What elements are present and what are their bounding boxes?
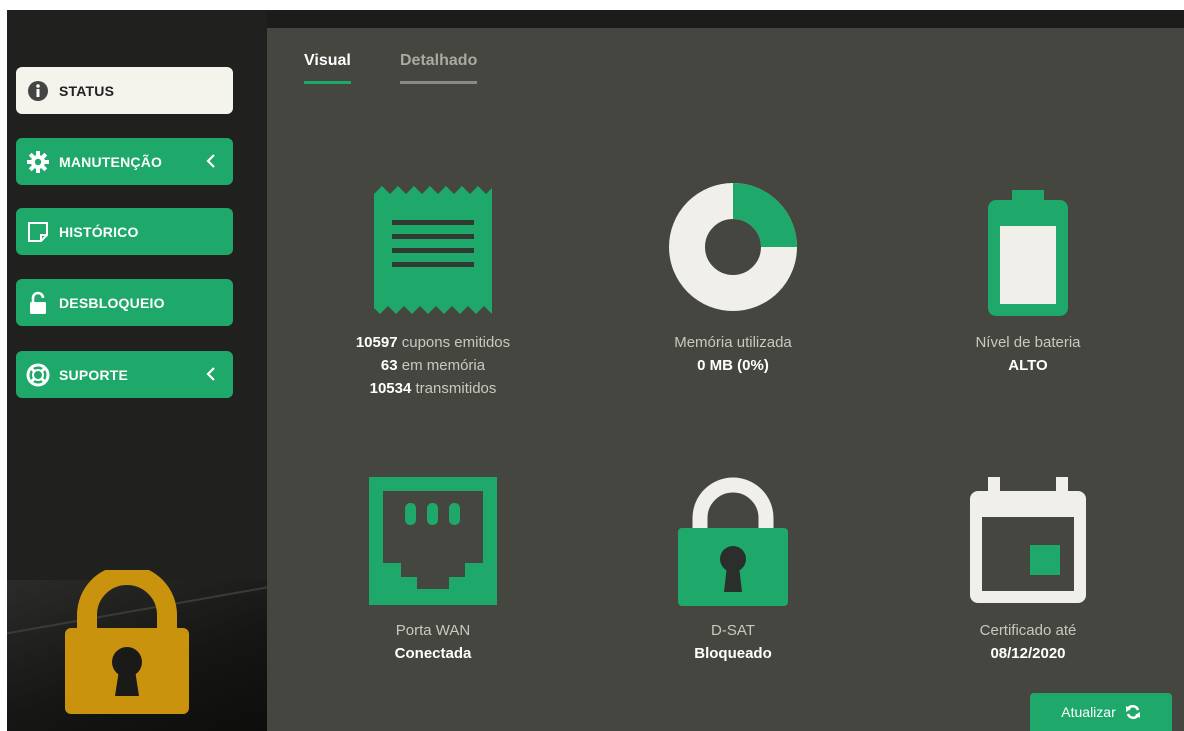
sidebar-item-label: STATUS (59, 82, 115, 99)
bateria-label: Nível de bateria (975, 334, 1081, 351)
app-window: STATUS MANUTENÇÃO HISTÓRICO DESBLOQUEIO (7, 10, 1184, 731)
sidebar-item-suporte[interactable]: SUPORTE (16, 351, 233, 398)
sidebar: STATUS MANUTENÇÃO HISTÓRICO DESBLOQUEIO (7, 10, 267, 731)
refresh-icon (1125, 704, 1141, 720)
sidebar-item-status[interactable]: STATUS (16, 67, 233, 114)
sidebar-item-label: DESBLOQUEIO (59, 294, 165, 311)
cupons-transmitidos: 10534 transmitidos (369, 380, 497, 397)
chevron-left-icon (201, 150, 221, 172)
refresh-button[interactable]: Atualizar (1030, 693, 1172, 731)
cupons-em-memoria: 63 em memória (380, 357, 486, 374)
certificado-value: 08/12/2020 (990, 645, 1066, 662)
dsat-value: Bloqueado (694, 645, 772, 662)
wan-value: Conectada (394, 645, 472, 662)
info-icon (25, 78, 51, 104)
refresh-label: Atualizar (1061, 704, 1116, 720)
cupons-emitidos: 10597 cupons emitidos (355, 334, 511, 351)
battery-icon (898, 190, 1158, 316)
tab-visual[interactable]: Visual (304, 52, 351, 84)
receipt-icon (303, 186, 563, 316)
sidebar-item-desbloqueio[interactable]: DESBLOQUEIO (16, 279, 233, 326)
sidebar-item-manutencao[interactable]: MANUTENÇÃO (16, 138, 233, 185)
sidebar-item-label: MANUTENÇÃO (59, 153, 163, 170)
certificado-label: Certificado até (979, 622, 1077, 639)
unlock-icon (25, 290, 51, 316)
padlock-icon (57, 565, 197, 720)
dsat-label: D-SAT (711, 622, 755, 639)
wan-label: Porta WAN (395, 622, 471, 639)
memory-donut-chart (603, 182, 863, 312)
calendar-icon (898, 477, 1158, 603)
sidebar-item-label: HISTÓRICO (59, 223, 139, 240)
lock-icon (603, 476, 863, 606)
main-panel: Visual Detalhado 10597 cupons emitidos 6… (267, 28, 1184, 731)
note-icon (25, 219, 51, 245)
gear-icon (25, 149, 51, 175)
ethernet-port-icon (303, 477, 563, 605)
memoria-label: Memória utilizada (674, 334, 792, 351)
bateria-value: ALTO (1008, 357, 1048, 374)
memoria-value: 0 MB (0%) (697, 357, 769, 374)
chevron-left-icon (201, 363, 221, 385)
lifebuoy-icon (25, 362, 51, 388)
tab-detalhado[interactable]: Detalhado (400, 52, 478, 84)
sidebar-item-label: SUPORTE (59, 366, 129, 383)
sidebar-item-historico[interactable]: HISTÓRICO (16, 208, 233, 255)
